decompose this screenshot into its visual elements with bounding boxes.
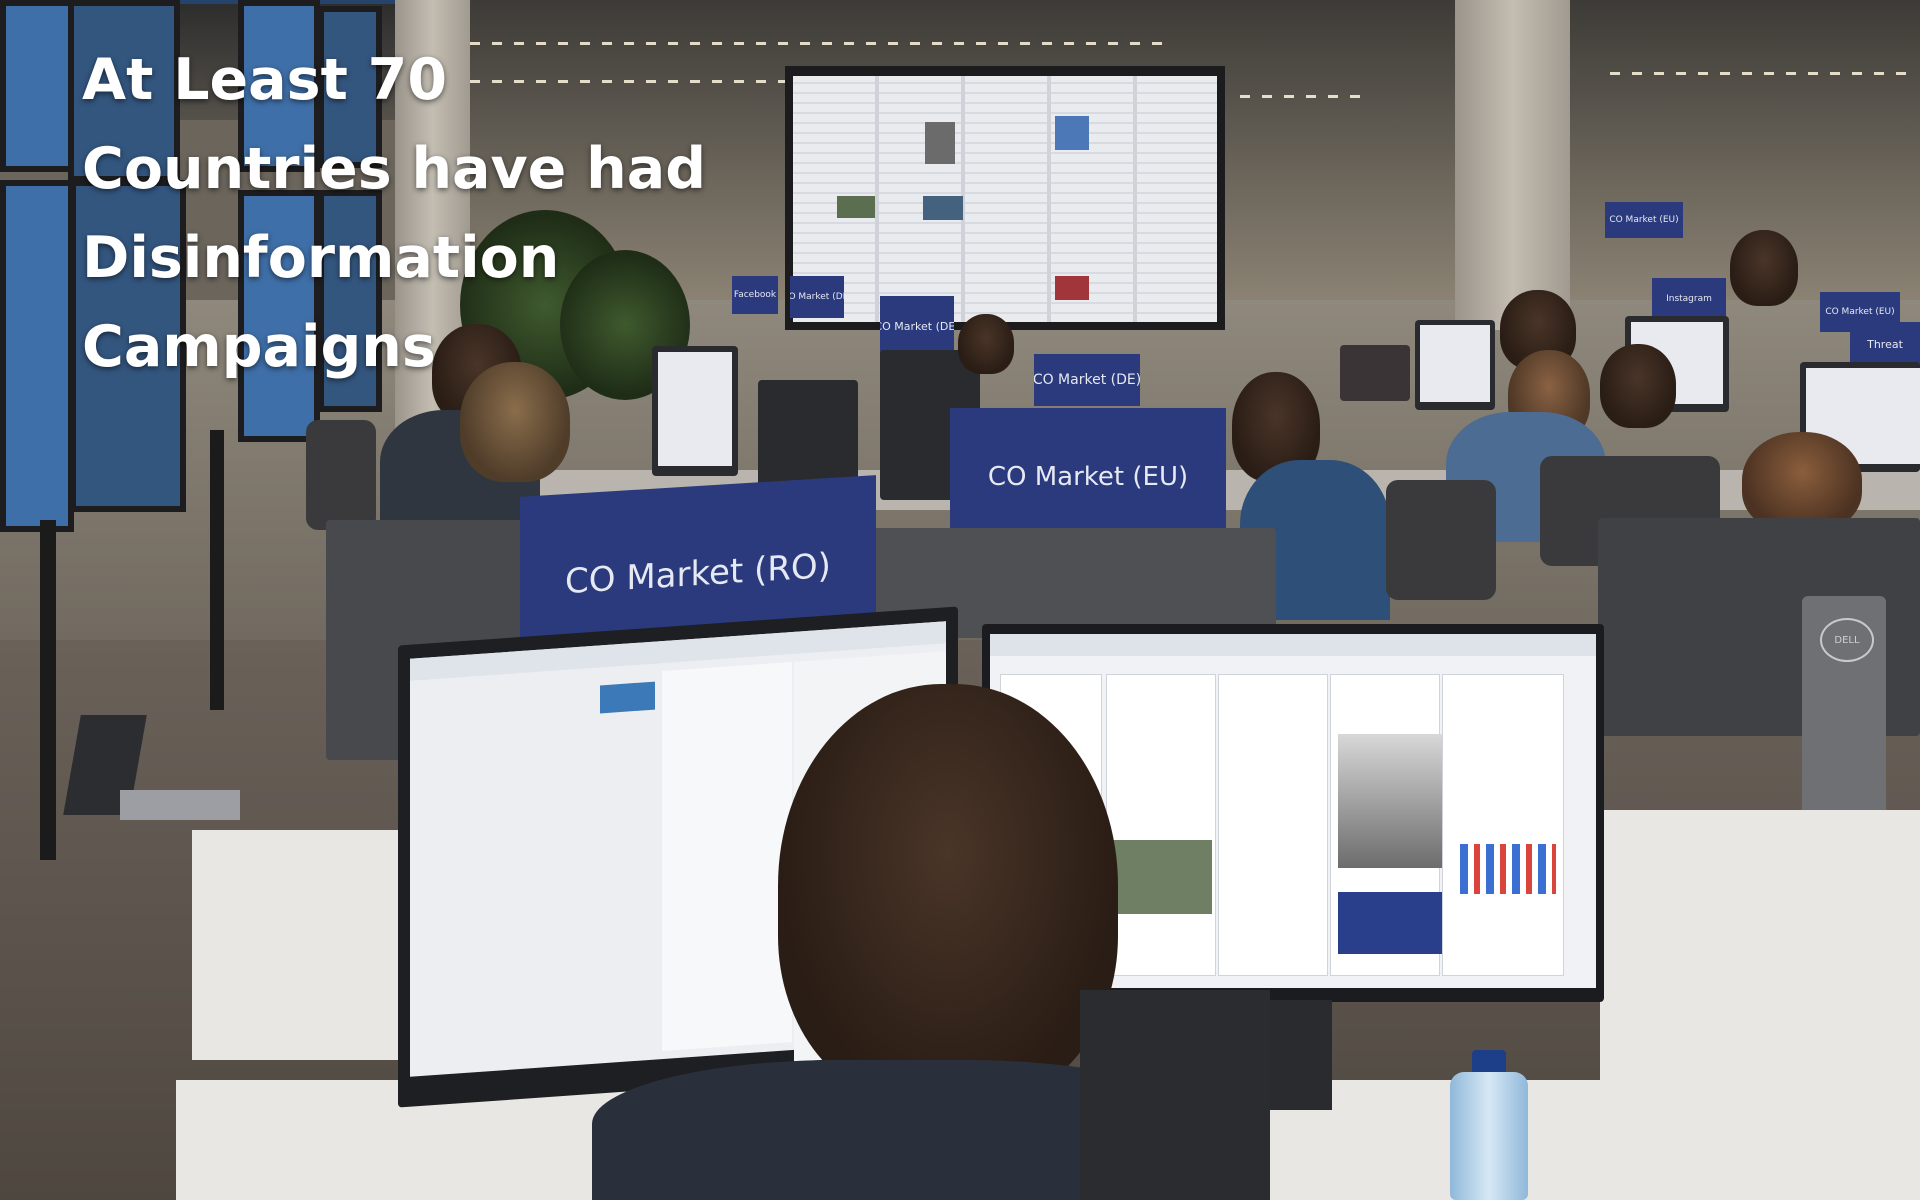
person xyxy=(958,314,1014,374)
monitor xyxy=(758,380,858,488)
desk-sign: CO Market (DE) xyxy=(790,276,844,318)
office-chair xyxy=(1386,480,1496,600)
wall-screen xyxy=(0,0,74,172)
person xyxy=(1742,432,1862,532)
feed-column xyxy=(1218,674,1328,976)
laptop-keyboard xyxy=(120,790,240,820)
photo-thumbnail xyxy=(837,196,875,218)
desk-sign: Facebook xyxy=(732,276,778,314)
portrait-photo xyxy=(1338,734,1442,868)
water-bottle xyxy=(1450,1072,1528,1200)
front-person-head xyxy=(778,684,1118,1104)
desk-sign-label: CO Market (EU) xyxy=(1609,215,1679,225)
person xyxy=(1730,230,1798,306)
ceiling-lights-row-3 xyxy=(1240,95,1370,98)
pillar-right xyxy=(1455,0,1570,330)
headline-line: Disinformation xyxy=(82,225,560,291)
photo-scene: Facebook CO Market (DE) CO Market (DE) C… xyxy=(0,0,1920,1200)
sidebar-highlight xyxy=(600,681,655,714)
dell-logo-icon: DELL xyxy=(1820,618,1874,662)
desk-sign-label: Facebook xyxy=(733,290,777,300)
desk-sign: Instagram xyxy=(1652,278,1726,320)
monitor-stand xyxy=(1262,1000,1332,1110)
central-wall-screen xyxy=(785,66,1225,330)
feed-column xyxy=(1106,674,1216,976)
desk-sign-label: CO Market (DE) xyxy=(1034,372,1140,388)
desk-sign-label: CO Market (EU) xyxy=(1825,307,1895,317)
desk-sign-label: Threat xyxy=(1867,337,1903,351)
headline-overlay: At Least 70 Countries have had Disinform… xyxy=(82,36,722,392)
screen-stand xyxy=(210,430,224,710)
desk-sign-label: CO Market (DE) xyxy=(790,292,844,302)
desk-sign: Threat xyxy=(1850,322,1920,366)
browser-bar xyxy=(990,634,1596,656)
feed-column xyxy=(1442,674,1564,976)
headline-line: At Least 70 xyxy=(82,47,447,113)
eu-flag-photo xyxy=(1338,892,1442,954)
feed-column xyxy=(662,662,792,1052)
sign-label: CO Market (EU) xyxy=(987,462,1189,492)
dell-logo-label: DELL xyxy=(1834,634,1860,646)
screen-stand xyxy=(40,520,56,860)
portrait-thumbnail xyxy=(925,122,955,164)
office-chair xyxy=(306,420,376,530)
crowd-photo xyxy=(1112,840,1212,914)
ceiling-lights-row-4 xyxy=(1610,72,1910,75)
photo-thumbnail xyxy=(1055,116,1089,150)
photo-thumbnail xyxy=(1055,276,1089,300)
desk-sign: CO Market (EU) xyxy=(1605,202,1683,238)
laptop xyxy=(1340,345,1410,401)
sign-label: CO Market (RO) xyxy=(565,545,831,603)
desk-sign-label: Instagram xyxy=(1666,294,1712,304)
sign-co-market-eu: CO Market (EU) xyxy=(950,408,1226,546)
wall-screen xyxy=(0,180,74,532)
bar-chart-thumbnail xyxy=(1460,844,1556,894)
desk-sign-label: CO Market (DE) xyxy=(880,319,954,333)
monitor xyxy=(1415,320,1495,410)
sign-co-market-de: CO Market (DE) xyxy=(1034,354,1140,406)
headline-line: Campaigns xyxy=(82,314,436,380)
desk-sign: CO Market (DE) xyxy=(880,296,954,356)
headline-line: Countries have had xyxy=(82,136,707,202)
laptop xyxy=(1080,990,1270,1200)
photo-thumbnail xyxy=(923,196,963,220)
person xyxy=(1600,344,1676,428)
front-desk xyxy=(1600,810,1920,1200)
